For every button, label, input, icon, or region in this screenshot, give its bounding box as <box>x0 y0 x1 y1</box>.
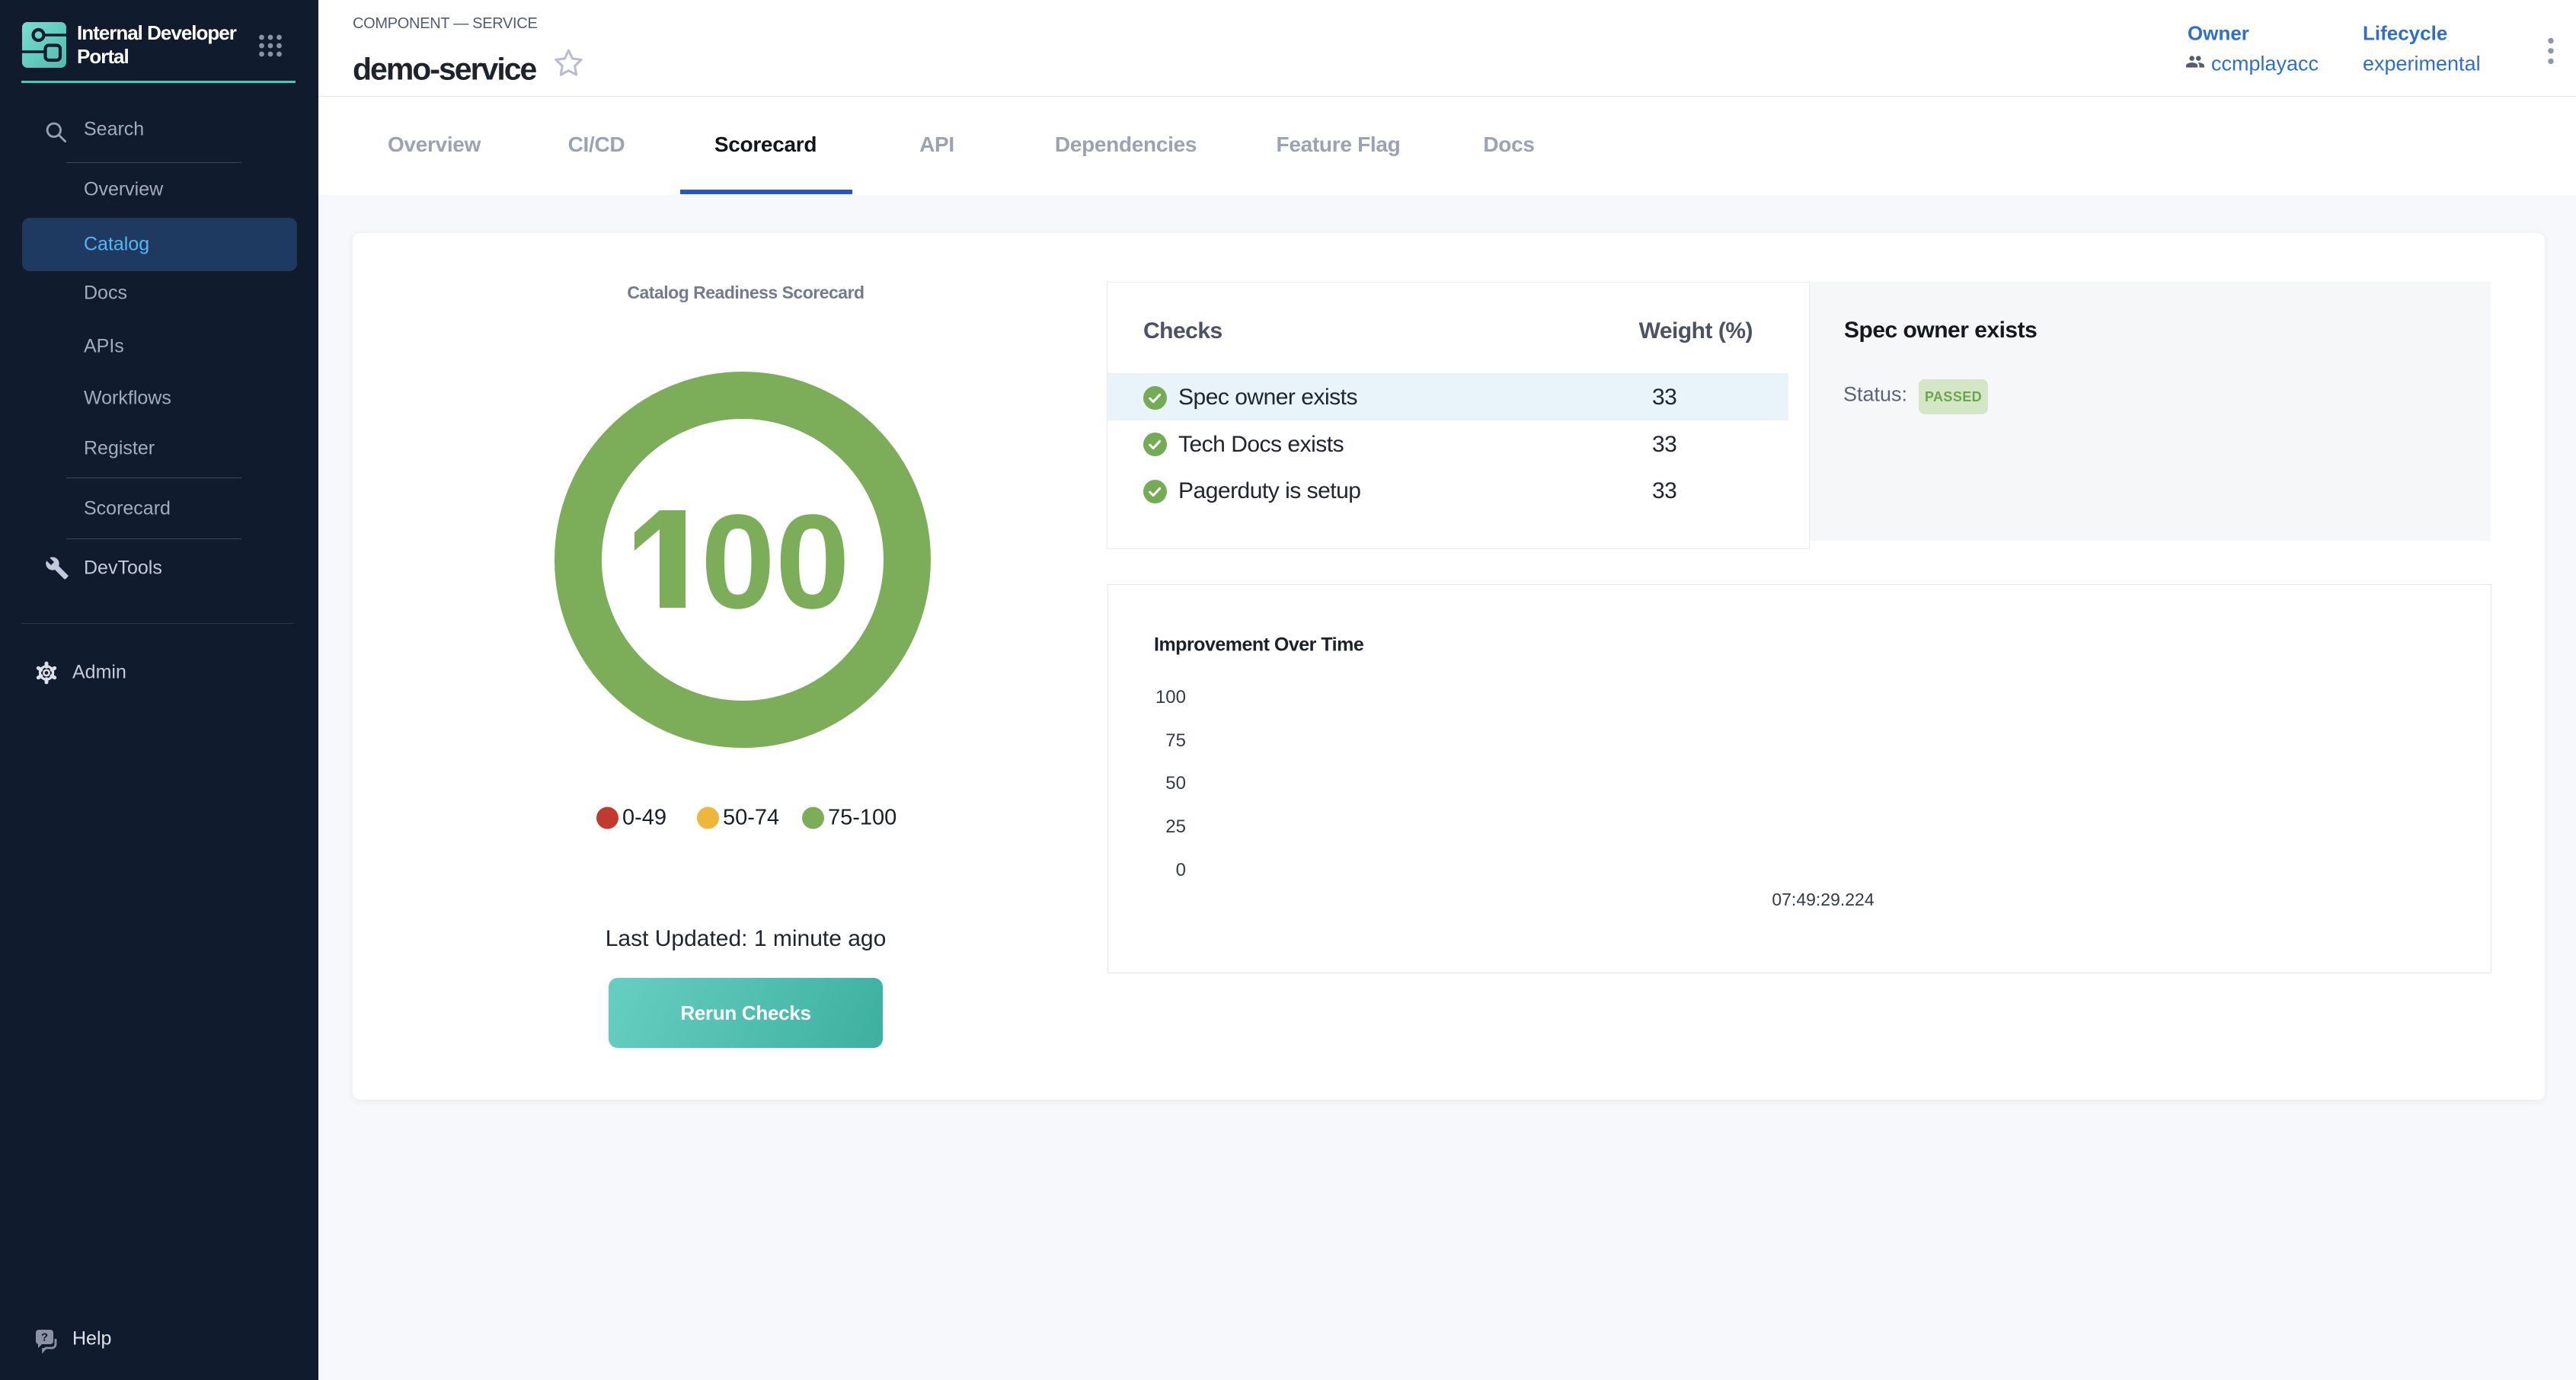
svg-text:00: 00 <box>701 487 850 637</box>
svg-text:?: ? <box>41 1331 48 1344</box>
